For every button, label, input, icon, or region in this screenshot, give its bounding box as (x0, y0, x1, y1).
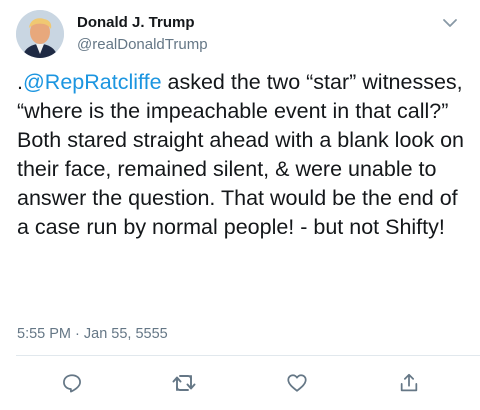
author-name[interactable]: Donald J. Trump (77, 14, 195, 31)
reply-button[interactable] (59, 370, 85, 396)
timestamp[interactable]: 5:55 PM · Jan 55, 5555 (17, 326, 168, 342)
author-handle[interactable]: @realDonaldTrump (77, 36, 208, 53)
like-icon (286, 372, 308, 394)
like-button[interactable] (284, 370, 310, 396)
retweet-icon (172, 372, 196, 394)
tweet-card: Donald J. Trump @realDonaldTrump .@RepRa… (0, 0, 480, 410)
divider (16, 355, 480, 356)
avatar[interactable] (16, 10, 64, 58)
mention-link[interactable]: @RepRatcliffe (23, 70, 162, 94)
action-bar (0, 370, 480, 400)
tweet-text-body: asked the two “star” witnesses, “where i… (17, 70, 465, 239)
tweet-text: .@RepRatcliffe asked the two “star” witn… (17, 68, 469, 242)
share-button[interactable] (396, 370, 422, 396)
chevron-down-icon[interactable] (441, 16, 459, 30)
retweet-button[interactable] (171, 370, 197, 396)
reply-icon (61, 372, 83, 394)
share-icon (398, 372, 420, 394)
